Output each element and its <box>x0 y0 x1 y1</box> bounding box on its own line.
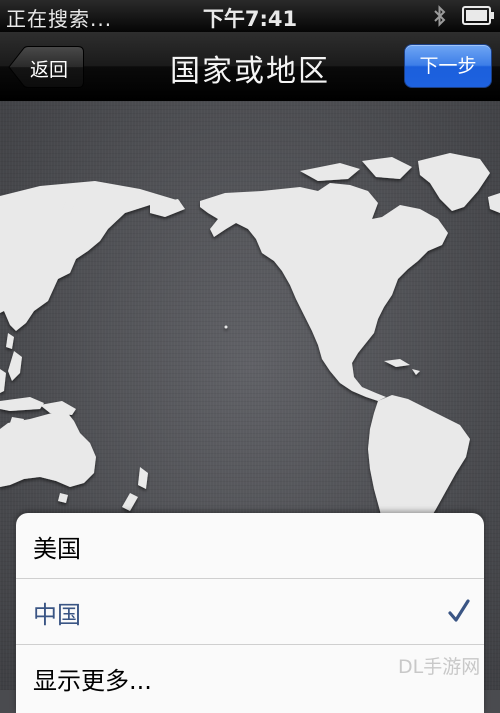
battery-icon <box>462 6 494 25</box>
country-list: 美国 中国 显示更多... <box>16 513 484 713</box>
list-item-label: 中国 <box>33 601 81 629</box>
bluetooth-icon <box>434 5 446 27</box>
watermark-text: DL手游网 <box>398 656 481 678</box>
list-item-china[interactable]: 中国 <box>16 579 484 645</box>
next-button[interactable]: 下一步 <box>404 44 492 88</box>
clock: 下午7:41 <box>202 7 298 31</box>
checkmark-icon <box>448 599 470 622</box>
list-item-label: 显示更多... <box>33 667 152 695</box>
list-item-usa[interactable]: 美国 <box>16 513 484 579</box>
navigation-bar: 返回 国家或地区 下一步 <box>0 32 500 101</box>
status-bar: 正在搜索... 下午7:41 <box>0 0 500 32</box>
list-item-label: 美国 <box>33 535 81 563</box>
